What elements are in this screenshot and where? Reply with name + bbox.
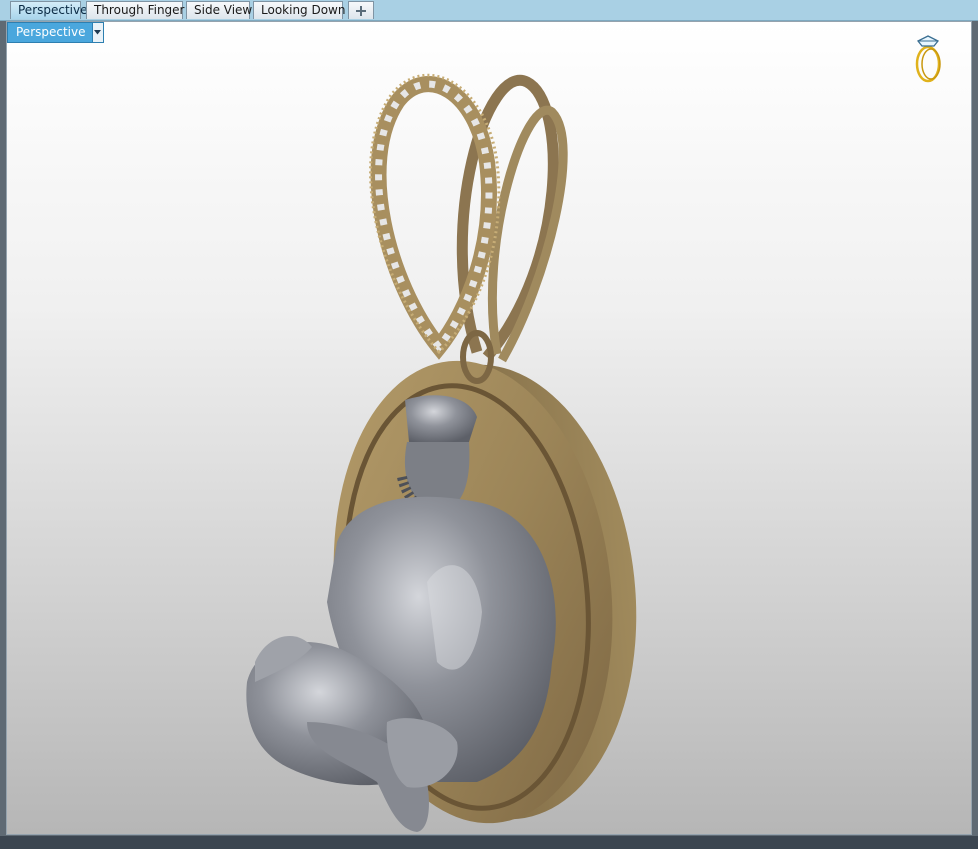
tab-perspective[interactable]: Perspective (10, 1, 88, 19)
tab-through-finger[interactable]: Through Finger (86, 1, 185, 19)
plus-icon (356, 6, 366, 16)
chevron-down-icon[interactable] (91, 23, 103, 42)
pendant-render[interactable] (7, 22, 972, 835)
status-strip (0, 836, 978, 849)
add-tab-button[interactable] (348, 1, 374, 19)
view-mode-dropdown[interactable]: Perspective (7, 22, 104, 43)
tab-side-view[interactable]: Side View (186, 1, 252, 19)
tab-looking-down[interactable]: Looking Down (253, 1, 345, 19)
view-tab-bar: Perspective Through Finger Side View Loo… (0, 0, 978, 21)
view-mode-label: Perspective (16, 25, 86, 39)
3d-viewport[interactable]: Perspective (6, 21, 972, 835)
ring-orientation-icon[interactable] (910, 32, 946, 84)
